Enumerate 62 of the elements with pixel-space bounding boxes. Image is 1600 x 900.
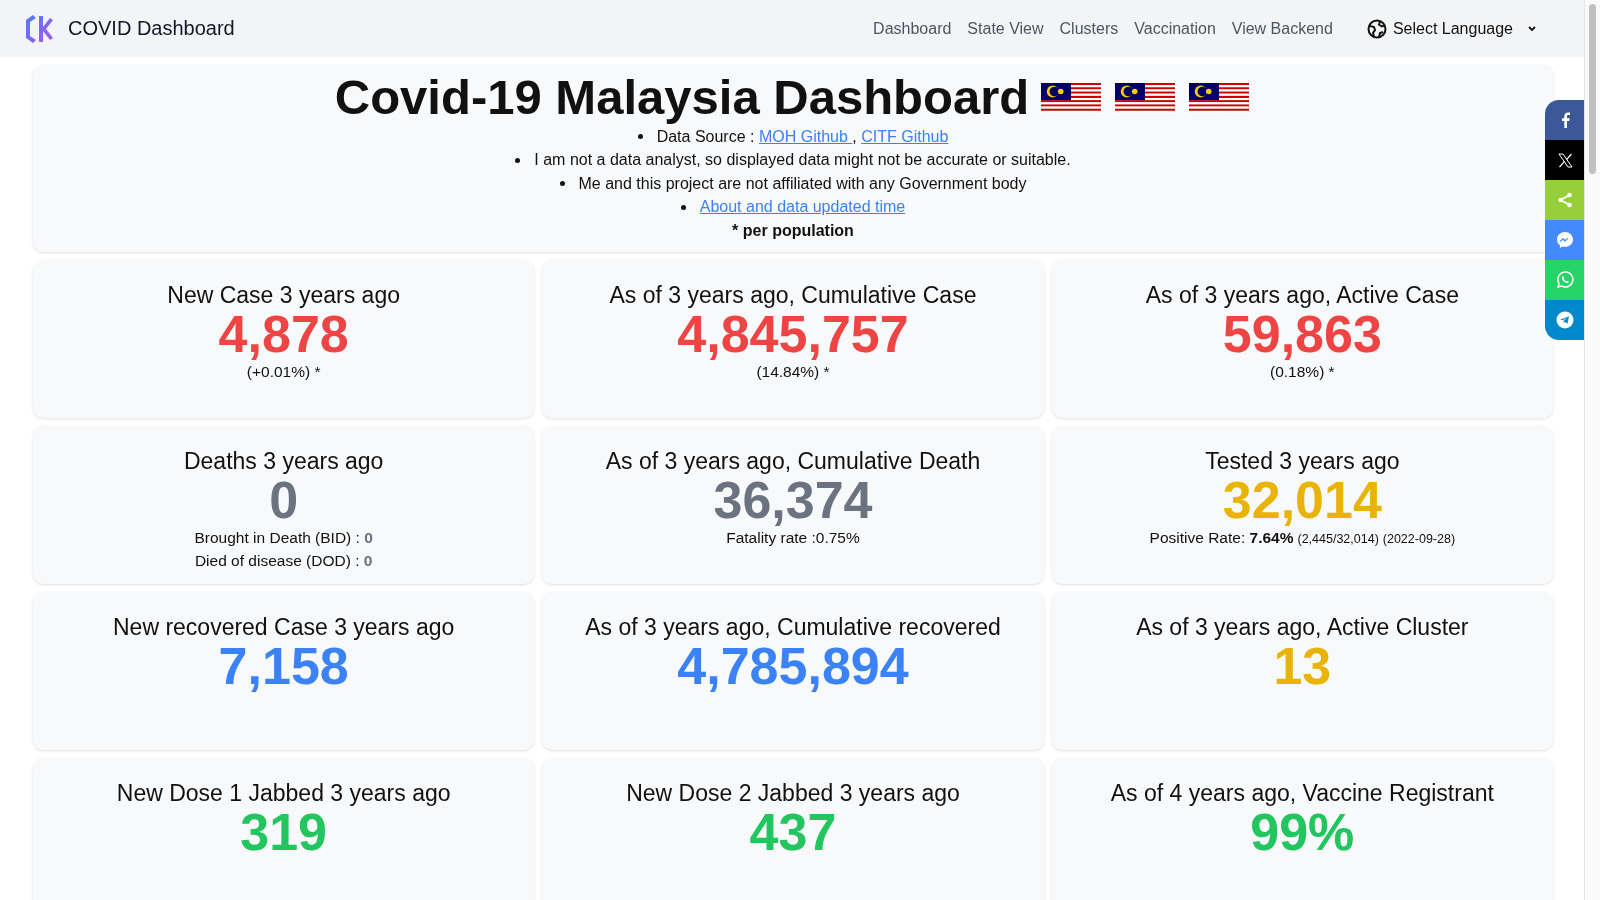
nav-link[interactable]: Clusters	[1059, 19, 1119, 38]
language-selector[interactable]: Select Language	[1366, 18, 1539, 39]
link[interactable]: MOH Github	[758, 127, 853, 145]
stat-title: Tested 3 years ago	[1205, 447, 1400, 474]
stat-value: 437	[749, 805, 837, 858]
link[interactable]: CITF Github	[861, 127, 949, 145]
flag-icon	[1039, 82, 1104, 113]
note-text: Me and this project are not affiliated with any Government body	[578, 173, 1027, 194]
whatsapp-icon	[1556, 271, 1574, 289]
nav-link[interactable]: Vaccination	[1134, 19, 1216, 38]
bullet-icon	[515, 157, 521, 163]
stat-value: 4,845,757	[677, 307, 909, 360]
flag-icon	[1113, 82, 1178, 113]
stat-detail: (14.84%) *	[756, 361, 830, 382]
stat-value: 7,158	[218, 639, 349, 692]
link[interactable]: About and data updated time	[699, 198, 906, 216]
stat-detail: Fatality rate :0.75%	[726, 527, 860, 548]
note-text: Data Source : MOH Github , CITF Github	[656, 126, 949, 147]
stat-detail: Brought in Death (BID) : 0	[194, 527, 373, 548]
messenger-icon	[1556, 231, 1574, 249]
nav-link[interactable]: Dashboard	[873, 19, 952, 38]
stat-detail: (0.18%) *	[1270, 361, 1335, 382]
stat-value: 32,014	[1222, 473, 1382, 526]
stat-title: As of 3 years ago, Active Case	[1145, 281, 1459, 308]
footnote: * per population	[732, 220, 854, 241]
brand-name[interactable]: COVID Dashboard	[68, 17, 235, 40]
globe-icon	[1366, 18, 1387, 39]
stat-title: As of 3 years ago, Cumulative Death	[605, 447, 981, 474]
facebook-icon	[1560, 112, 1570, 128]
stat-detail: Died of disease (DOD) : 0	[194, 550, 373, 571]
stat-title: New recovered Case 3 years ago	[113, 613, 455, 640]
stat-value: 59,863	[1222, 307, 1382, 360]
telegram-icon	[1556, 311, 1574, 329]
nav-link[interactable]: View Backend	[1231, 19, 1333, 38]
stat-detail: (+0.01%) *	[246, 361, 321, 382]
note-text: I am not a data analyst, so displayed data might not be accurate or suitable.	[534, 150, 1071, 171]
stat-value: 4,878	[218, 307, 349, 360]
stat-value: 319	[240, 805, 328, 858]
stat-value: 13	[1273, 639, 1332, 692]
page-title: Covid-19 Malaysia Dashboard	[334, 71, 1030, 125]
stat-title: Deaths 3 years ago	[183, 447, 384, 474]
share-icon	[1557, 192, 1573, 208]
stat-title: New Dose 1 Jabbed 3 years ago	[116, 779, 451, 806]
stat-title: As of 3 years ago, Cumulative recovered	[585, 613, 1001, 640]
stat-title: As of 3 years ago, Cumulative Case	[609, 281, 977, 308]
x-icon	[1557, 152, 1573, 168]
stat-value: 36,374	[713, 473, 873, 526]
bullet-icon	[637, 134, 643, 140]
nav-link[interactable]: State View	[967, 19, 1044, 38]
share-button[interactable]	[1545, 140, 1585, 180]
stat-title: As of 4 years ago, Vaccine Registrant	[1110, 779, 1494, 806]
stat-value: 99%	[1250, 805, 1355, 858]
flag-icon	[1187, 82, 1252, 113]
share-button[interactable]	[1545, 100, 1585, 140]
stat-title: New Dose 2 Jabbed 3 years ago	[626, 779, 960, 806]
stat-title: As of 3 years ago, Active Cluster	[1136, 613, 1469, 640]
stat-value: 0	[269, 473, 299, 526]
bullet-icon	[559, 181, 565, 187]
stat-value: 4,785,894	[677, 639, 909, 692]
bullet-icon	[680, 204, 686, 210]
stat-detail: Positive Rate: 7.64% (2,445/32,014) (2022-09-28)	[1149, 527, 1456, 548]
stat-title: New Case 3 years ago	[167, 281, 400, 308]
